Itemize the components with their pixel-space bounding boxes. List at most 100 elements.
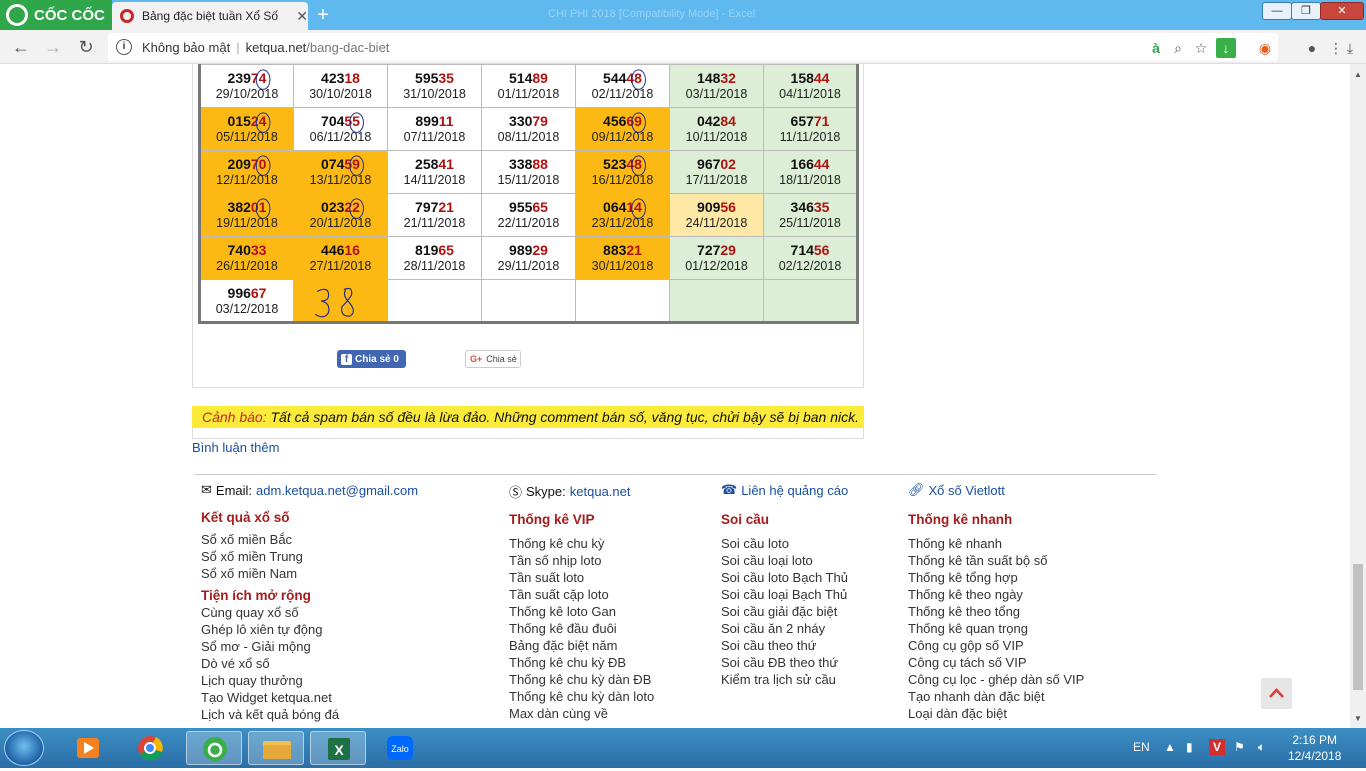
footer-link[interactable]: Thống kê nhanh bbox=[908, 535, 1084, 552]
close-window-button[interactable]: ✕ bbox=[1320, 2, 1364, 20]
result-cell: 15844 04/11/2018 bbox=[763, 64, 858, 108]
footer-link[interactable]: Sổ xố miền Trung bbox=[201, 548, 339, 565]
footer-link[interactable]: Tần suất loto bbox=[509, 569, 654, 586]
file-explorer-taskbar-icon[interactable] bbox=[248, 731, 304, 765]
new-tab-button[interactable]: + bbox=[312, 5, 334, 27]
footer-link[interactable]: Soi cầu loại loto bbox=[721, 552, 848, 569]
footer-link[interactable]: Tần số nhịp loto bbox=[509, 552, 654, 569]
footer-link[interactable]: Soi cầu loto bbox=[721, 535, 848, 552]
download-arrow-icon[interactable]: ↓ bbox=[1216, 38, 1236, 58]
result-date: 27/11/2018 bbox=[309, 259, 372, 273]
footer-link[interactable]: Công cụ tách số VIP bbox=[908, 654, 1084, 671]
tab-close-icon[interactable]: ✕ bbox=[296, 8, 308, 25]
more-comments-link[interactable]: Bình luận thêm bbox=[192, 440, 279, 455]
action-center-icon[interactable]: ⚑ bbox=[1234, 740, 1245, 754]
forward-arrow-icon[interactable]: → bbox=[42, 36, 64, 58]
windows-taskbar: X Zalo EN ▲ ▮ V ⚑ 🔈︎ 2:16 PM 12/4/2018 bbox=[0, 728, 1366, 768]
network-signal-icon[interactable]: ▮ bbox=[1186, 740, 1193, 754]
footer-link[interactable]: Thống kê chu kỳ dàn loto bbox=[509, 688, 654, 705]
footer-link[interactable]: Loại dàn đặc biệt bbox=[908, 705, 1084, 722]
footer-link[interactable]: Công cụ gộp số VIP bbox=[908, 637, 1084, 654]
tray-expand-icon[interactable]: ▲ bbox=[1164, 740, 1176, 754]
result-number-prefix: 704 bbox=[321, 113, 345, 129]
result-cell: 01524 05/11/2018 bbox=[199, 107, 294, 151]
back-arrow-icon[interactable]: ← bbox=[10, 36, 32, 58]
footer-link[interactable]: Thống kê loto Gan bbox=[509, 603, 654, 620]
ads-link[interactable]: Liên hệ quảng cáo bbox=[741, 483, 848, 498]
google-plus-share-button[interactable]: G+ Chia sẻ bbox=[465, 350, 521, 368]
table-row: 38201 19/11/2018 02322 20/11/2018 79721 21/11… bbox=[199, 193, 858, 237]
result-number: 02322 bbox=[294, 199, 387, 216]
footer-link[interactable]: Kiểm tra lịch sử cầu bbox=[721, 671, 848, 688]
footer-link[interactable]: Soi cầu ĐB theo thứ bbox=[721, 654, 848, 671]
footer-link[interactable]: Cùng quay xổ số bbox=[201, 604, 339, 621]
vietnamese-input-icon[interactable]: à bbox=[1146, 38, 1166, 58]
volume-icon[interactable]: 🔈︎ bbox=[1258, 740, 1265, 755]
language-indicator[interactable]: EN bbox=[1133, 740, 1150, 754]
coccoc-taskbar-icon[interactable] bbox=[186, 731, 242, 765]
maximize-button[interactable]: ❐ bbox=[1291, 2, 1321, 20]
footer-link[interactable]: Lịch quay thưởng bbox=[201, 672, 339, 689]
browser-tab[interactable]: Bảng đặc biệt tuần Xổ Số ✕ bbox=[112, 2, 308, 30]
coccoc-brand[interactable]: CỐC CỐC bbox=[0, 0, 112, 30]
skype-link[interactable]: ketqua.net bbox=[570, 484, 631, 499]
footer-link[interactable]: Thống kê quan trọng bbox=[908, 620, 1084, 637]
email-link[interactable]: adm.ketqua.net@gmail.com bbox=[256, 483, 418, 498]
back-to-top-button[interactable] bbox=[1261, 678, 1292, 709]
footer-link[interactable]: Max dàn cùng về bbox=[509, 705, 654, 722]
footer-link[interactable]: Tần suất cặp loto bbox=[509, 586, 654, 603]
result-number: 23974 bbox=[201, 70, 293, 87]
footer-link[interactable]: Soi cầu giải đặc biệt bbox=[721, 603, 848, 620]
profile-icon[interactable]: ● bbox=[1302, 38, 1322, 58]
footer-link[interactable]: Tạo Widget ketqua.net bbox=[201, 689, 339, 706]
footer-link[interactable]: Sổ xố miền Nam bbox=[201, 565, 339, 582]
reload-icon[interactable]: ↻ bbox=[75, 36, 97, 58]
chrome-taskbar-icon[interactable] bbox=[122, 731, 178, 765]
scroll-thumb[interactable] bbox=[1353, 564, 1363, 690]
footer-link[interactable]: Lịch và kết quả bóng đá bbox=[201, 706, 339, 723]
scroll-down-icon[interactable]: ▼ bbox=[1354, 714, 1362, 723]
footer-link[interactable]: Thống kê tổng hợp bbox=[908, 569, 1084, 586]
footer-link[interactable]: Sổ xố miền Bắc bbox=[201, 531, 339, 548]
page-scrollbar[interactable]: ▲ ▼ bbox=[1350, 64, 1366, 728]
footer-link[interactable]: Thống kê tần suất bộ số bbox=[908, 552, 1084, 569]
vietkey-icon[interactable]: V bbox=[1209, 739, 1225, 755]
footer-link[interactable]: Công cụ lọc - ghép dàn số VIP bbox=[908, 671, 1084, 688]
zalo-taskbar-icon[interactable]: Zalo bbox=[372, 731, 428, 765]
download-tray-icon[interactable]: ⤓ bbox=[1340, 38, 1360, 58]
url-bar[interactable]: i Không bảo mật | ketqua.net /bang-dac-b… bbox=[108, 33, 1278, 61]
footer-link[interactable]: Bảng đặc biệt năm bbox=[509, 637, 654, 654]
result-number: 71456 bbox=[764, 242, 856, 259]
info-icon[interactable]: i bbox=[116, 39, 132, 55]
footer-link[interactable]: Ghép lô xiên tự động bbox=[201, 621, 339, 638]
footer-link[interactable]: Thống kê chu kỳ ĐB bbox=[509, 654, 654, 671]
footer-link[interactable]: Thống kê theo tổng bbox=[908, 603, 1084, 620]
vietlott-link[interactable]: Xổ số Vietlott bbox=[929, 483, 1005, 498]
footer-link[interactable]: Soi cầu loại Bạch Thủ bbox=[721, 586, 848, 603]
facebook-icon: f bbox=[341, 353, 352, 365]
footer-link[interactable]: Tạo nhanh dàn đặc biệt bbox=[908, 688, 1084, 705]
footer-link[interactable]: Thống kê chu kỳ bbox=[509, 535, 654, 552]
bookmark-star-icon[interactable]: ☆ bbox=[1191, 38, 1211, 58]
start-button[interactable] bbox=[4, 730, 44, 766]
footer-link[interactable]: Thống kê theo ngày bbox=[908, 586, 1084, 603]
result-number-prefix: 064 bbox=[603, 199, 627, 215]
facebook-share-button[interactable]: f Chia sẻ 0 bbox=[337, 350, 406, 368]
footer-link[interactable]: Thống kê đầu đuôi bbox=[509, 620, 654, 637]
result-cell: 16644 18/11/2018 bbox=[763, 150, 858, 194]
extension-icon[interactable]: ◉ bbox=[1255, 38, 1275, 58]
footer-link[interactable]: Soi cầu loto Bạch Thủ bbox=[721, 569, 848, 586]
excel-taskbar-icon[interactable]: X bbox=[310, 731, 366, 765]
footer-link[interactable]: Soi cầu theo thứ bbox=[721, 637, 848, 654]
footer-link[interactable]: Soi cầu ăn 2 nháy bbox=[721, 620, 848, 637]
scroll-up-icon[interactable]: ▲ bbox=[1354, 70, 1362, 79]
taskbar-clock[interactable]: 2:16 PM 12/4/2018 bbox=[1288, 732, 1341, 764]
footer-link[interactable]: Thống kê chu kỳ dàn ĐB bbox=[509, 671, 654, 688]
footer-link[interactable]: Dò vé xổ số bbox=[201, 655, 339, 672]
footer-link[interactable]: Sổ mơ - Giải mộng bbox=[201, 638, 339, 655]
zoom-icon[interactable]: ⌕ bbox=[1168, 38, 1188, 58]
result-number-suffix: 84 bbox=[720, 113, 736, 129]
minimize-button[interactable]: — bbox=[1262, 2, 1292, 20]
result-number: 14832 bbox=[670, 70, 763, 87]
media-player-taskbar-icon[interactable] bbox=[60, 731, 116, 765]
